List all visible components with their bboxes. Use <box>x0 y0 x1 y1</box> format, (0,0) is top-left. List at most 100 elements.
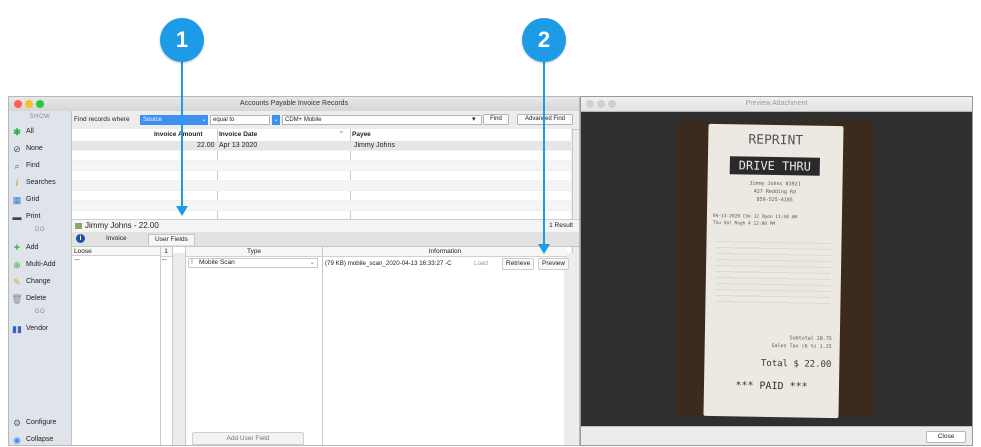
tab-invoice[interactable]: Invoice <box>100 234 133 244</box>
callout-1: 1 <box>160 18 204 62</box>
gear-icon: ⚙ <box>12 418 22 428</box>
sidebar-item-label: Multi-Add <box>26 261 56 268</box>
sidebar-item-add[interactable]: + Add <box>12 241 39 255</box>
search-icon: ⌕ <box>14 161 20 171</box>
receipt-header: REPRINT <box>748 132 804 149</box>
load-button[interactable]: Load <box>474 260 488 267</box>
arrow-head-icon <box>176 206 188 216</box>
preview-attachment-window: Preview Attachment REPRINT DRIVE THRU Ji… <box>580 96 973 446</box>
minimize-window-button[interactable] <box>597 100 605 108</box>
sidebar-item-grid[interactable]: ▦ Grid <box>12 193 40 207</box>
chevron-down-icon: ⌄ <box>200 115 208 125</box>
sidebar-item-vendor[interactable]: ▮▮ Vendor <box>12 322 48 336</box>
receipt-order-line: Thu Sal Regh 4 12:00 PM <box>712 220 776 228</box>
sidebar-item-configure[interactable]: ⚙ Configure <box>12 416 56 430</box>
sidebar-show-header: SHOW <box>29 114 51 120</box>
sidebar-item-searches[interactable]: ⅈ Searches <box>12 176 56 190</box>
loose-value: -- <box>75 257 80 264</box>
sort-ascending-icon: ^ <box>340 131 343 137</box>
asterisk-icon: ✱ <box>13 127 21 137</box>
find-button[interactable]: Find <box>483 114 509 125</box>
invoice-date-cell: Apr 13 2020 <box>219 142 258 149</box>
receipt-subtotal: Subtotal 20.75 <box>789 335 832 343</box>
column-header-payee[interactable]: Payee <box>352 131 371 138</box>
record-title: Jimmy Johns - 22.00 <box>85 221 159 230</box>
record-detail-header: Jimmy Johns - 22.00 1 Result <box>72 219 579 233</box>
receipt-store-phone: 859-525-4185 <box>756 196 793 204</box>
sidebar-item-label: Grid <box>26 196 40 203</box>
type-select[interactable]: ! Mobile Scan ⌄ <box>188 258 318 268</box>
loose-column-header: Loose <box>72 247 160 256</box>
required-icon: ! <box>191 259 193 266</box>
sidebar-item-delete[interactable]: 🗑︎ Delete <box>11 292 46 306</box>
invoice-amount-cell: 22.00 <box>197 142 215 149</box>
info-icon[interactable]: i <box>76 234 85 243</box>
table-row <box>72 151 571 161</box>
preview-button[interactable]: Preview <box>538 258 570 270</box>
attachment-info: (79 KB) mobile_scan_2020-04-13 16:33:27 … <box>325 260 452 267</box>
callout-2: 2 <box>522 18 566 62</box>
minimize-window-button[interactable] <box>25 100 33 108</box>
sidebar: SHOW ✱ All ⊘ None ⌕ Find ⅈ Searches ▦ Grid ▬ P… <box>9 111 72 445</box>
sidebar-item-print[interactable]: ▬ Print <box>12 210 41 224</box>
close-window-button[interactable] <box>14 100 22 108</box>
sidebar-item-label: Vendor <box>26 325 49 332</box>
receipt-photo: REPRINT DRIVE THRU Jimmy Johns #3921 427… <box>676 121 873 419</box>
arrow-head-icon <box>538 244 550 254</box>
sidebar-item-label: Change <box>26 278 51 285</box>
receipt-total-value: $ 22.00 <box>793 359 832 371</box>
record-icon <box>75 223 82 229</box>
preview-footer: Close <box>581 426 972 445</box>
column-header-invoice-date[interactable]: Invoice Date <box>219 131 257 138</box>
sidebar-item-label: Find <box>26 162 40 169</box>
find-value-select[interactable]: CDM+ Mobile <box>282 115 482 125</box>
receipt-store-name: Jimmy Johns #3921 <box>749 180 801 188</box>
table-row[interactable]: 22.00 Apr 13 2020 Jimmy Johns <box>72 141 571 151</box>
sidebar-item-change[interactable]: ✎ Change <box>12 275 51 289</box>
receipt-items-faded <box>715 236 832 308</box>
main-titlebar: Accounts Payable Invoice Records <box>9 97 579 112</box>
sidebar-item-label: Add <box>26 244 39 251</box>
sidebar-item-multi-add[interactable]: ⊕ Multi-Add <box>12 258 56 272</box>
zoom-window-button[interactable] <box>608 100 616 108</box>
zoom-window-button[interactable] <box>36 100 44 108</box>
table-row <box>72 171 571 181</box>
information-column-header: Information <box>323 247 567 257</box>
table-row <box>72 161 571 171</box>
sidebar-item-find[interactable]: ⌕ Find <box>12 159 40 173</box>
table-row <box>72 201 571 211</box>
retrieve-button[interactable]: Retrieve <box>502 258 535 270</box>
preview-window-title: Preview Attachment <box>745 100 808 107</box>
callout-1-arrow <box>181 50 183 208</box>
pencil-icon: ✎ <box>13 277 21 287</box>
column-header-invoice-amount[interactable]: Invoice Amount <box>154 131 203 138</box>
find-operator-select[interactable]: equal to <box>210 115 270 125</box>
sidebar-go-header: GO <box>34 309 46 315</box>
close-window-button[interactable] <box>586 100 594 108</box>
searches-icon: ⅈ <box>15 178 19 188</box>
find-prefix-label: Find records where <box>74 116 130 123</box>
add-user-field-button[interactable]: Add User Field <box>192 432 304 445</box>
sidebar-item-all[interactable]: ✱ All <box>12 125 34 139</box>
plus-icon: + <box>13 242 21 254</box>
sidebar-item-none[interactable]: ⊘ None <box>12 142 43 156</box>
sidebar-item-label: Print <box>26 213 41 220</box>
find-field-select[interactable]: Source <box>140 115 200 125</box>
grid-icon: ▦ <box>12 195 22 205</box>
advanced-find-button[interactable]: Advanced Find <box>517 114 573 125</box>
none-icon: ⊘ <box>13 144 21 154</box>
sidebar-do-header: DO <box>35 227 45 233</box>
vendor-icon: ▮▮ <box>12 324 22 334</box>
user-fields-panel: Type Information ! Mobile Scan ⌄ (79 KB)… <box>185 247 570 445</box>
close-button[interactable]: Close <box>926 431 966 443</box>
table-row <box>72 181 571 191</box>
receipt-tax: Sales Tax (6 %) 1.25 <box>771 342 832 351</box>
sidebar-item-collapse[interactable]: ◉ Collapse <box>12 433 53 447</box>
sidebar-item-label: Searches <box>26 179 56 186</box>
tab-user-fields[interactable]: User Fields <box>148 234 195 245</box>
chevron-down-icon: ▾ <box>472 116 476 123</box>
collapse-icon: ◉ <box>13 435 21 445</box>
receipt-total: Total $ 22.00 <box>761 359 832 370</box>
table-row <box>72 191 571 201</box>
receipt-total-label: Total <box>760 358 789 370</box>
